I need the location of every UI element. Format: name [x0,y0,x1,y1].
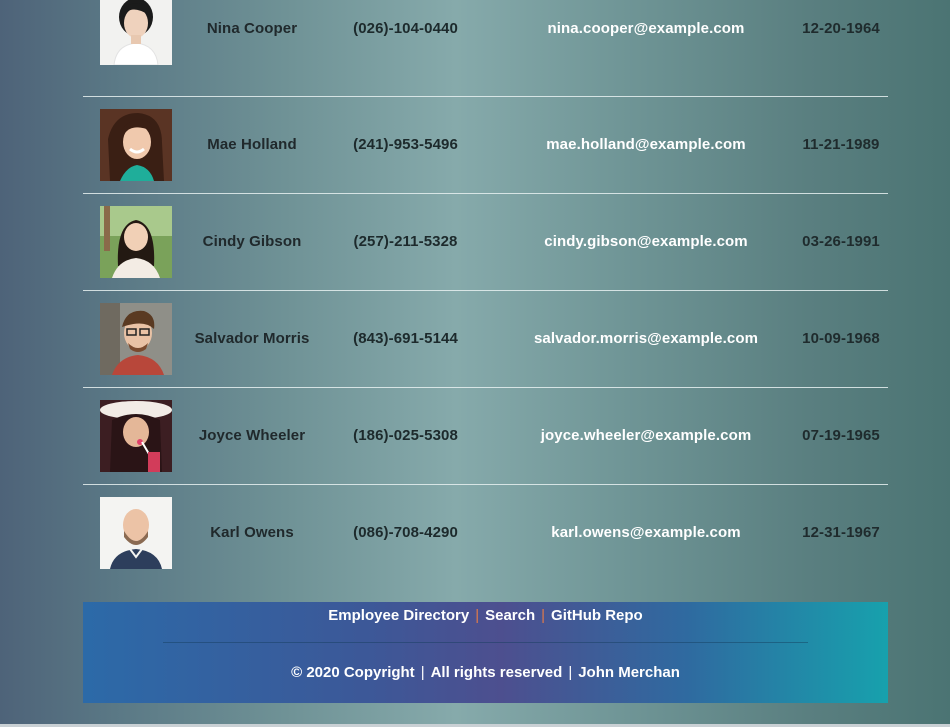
footer-separator: | [541,607,546,624]
employee-phone: (843)-691-5144 [353,330,458,347]
author-name: John Merchan [578,664,680,681]
photo-cell [100,485,172,581]
employee-name: Joyce Wheeler [198,427,306,444]
avatar [100,497,172,569]
employee-dob: 12-31-1967 [802,524,880,541]
employee-dob: 11-21-1989 [802,136,880,153]
employee-email[interactable]: joyce.wheeler@example.com [503,388,789,484]
table-row: Salvador Morris (843)-691-5144 salvador.… [83,291,888,388]
copyright-text: © 2020 Copyright [291,664,415,681]
footer-copyright: © 2020 Copyright | All rights reserved | Joh… [83,663,888,683]
employee-dob: 10-09-1968 [802,330,880,347]
footer-separator: | [568,664,573,681]
employee-dob: 07-19-1965 [802,427,880,444]
employee-dob: 03-26-1991 [802,233,880,250]
footer-separator: | [475,607,480,624]
employee-phone: (257)-211-5328 [353,233,458,250]
photo-cell [100,388,172,484]
photo-cell [100,194,172,290]
footer-divider [163,642,808,643]
avatar [100,0,172,65]
employee-dob: 12-20-1964 [802,20,880,37]
table-row: Cindy Gibson (257)-211-5328 cindy.gibson… [83,194,888,291]
footer-link-search[interactable]: Search [485,607,535,624]
rights-text: All rights reserved [430,664,563,681]
employee-name: Nina Cooper [206,20,298,37]
footer-nav: Employee Directory | Search | GitHub Repo [83,606,888,626]
employee-email[interactable]: karl.owens@example.com [503,485,789,581]
employee-table: Nina Cooper (026)-104-0440 nina.cooper@e… [83,0,888,581]
table-row: Nina Cooper (026)-104-0440 nina.cooper@e… [83,0,888,97]
employee-name: Karl Owens [210,524,294,541]
photo-cell [100,97,172,193]
avatar [100,400,172,472]
footer-link-github-repo[interactable]: GitHub Repo [551,607,643,624]
employee-email[interactable]: salvador.morris@example.com [503,291,789,387]
employee-phone: (186)-025-5308 [353,427,458,444]
employee-phone: (086)-708-4290 [353,524,458,541]
employee-email[interactable]: nina.cooper@example.com [503,0,789,77]
employee-phone: (241)-953-5496 [353,136,458,153]
employee-name: Cindy Gibson [202,233,302,250]
footer-link-employee-directory[interactable]: Employee Directory [328,607,469,624]
photo-cell [100,291,172,387]
footer-separator: | [420,664,425,681]
employee-email[interactable]: cindy.gibson@example.com [503,194,789,290]
avatar [100,206,172,278]
employee-phone: (026)-104-0440 [353,20,458,37]
table-row: Joyce Wheeler (186)-025-5308 joyce.wheel… [83,388,888,485]
avatar [100,109,172,181]
avatar [100,303,172,375]
employee-name: Mae Holland [207,136,297,153]
employee-name: Salvador Morris [194,330,310,347]
employee-email[interactable]: mae.holland@example.com [503,97,789,193]
table-row: Karl Owens (086)-708-4290 karl.owens@exa… [83,485,888,581]
photo-cell [100,0,172,77]
table-row: Mae Holland (241)-953-5496 mae.holland@e… [83,97,888,194]
page-footer: Employee Directory | Search | GitHub Repo © … [83,602,888,703]
